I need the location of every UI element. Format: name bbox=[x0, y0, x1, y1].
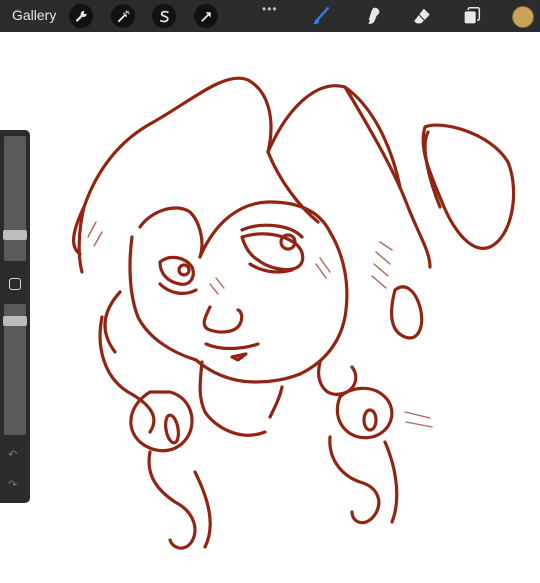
left-sidebar: ↶ ↷ bbox=[0, 130, 30, 503]
transform-arrow-icon[interactable] bbox=[194, 4, 218, 28]
modify-button[interactable] bbox=[9, 278, 21, 290]
undo-icon[interactable]: ↶ bbox=[8, 448, 17, 461]
gallery-button[interactable]: Gallery bbox=[12, 7, 56, 23]
eraser-icon[interactable] bbox=[410, 4, 434, 28]
drawing-canvas[interactable] bbox=[0, 32, 540, 583]
smudge-icon[interactable] bbox=[360, 4, 384, 28]
redo-icon[interactable]: ↷ bbox=[8, 478, 17, 491]
selection-icon[interactable] bbox=[152, 4, 176, 28]
wrench-icon[interactable] bbox=[69, 4, 93, 28]
brush-icon[interactable] bbox=[309, 4, 333, 28]
layers-icon[interactable] bbox=[460, 4, 484, 28]
top-toolbar: Gallery ••• bbox=[0, 0, 540, 32]
color-swatch[interactable] bbox=[512, 6, 534, 28]
brush-size-slider[interactable] bbox=[4, 136, 26, 261]
opacity-handle[interactable] bbox=[3, 316, 27, 326]
more-options-icon[interactable]: ••• bbox=[262, 2, 278, 16]
magic-wand-icon[interactable] bbox=[111, 4, 135, 28]
brush-size-handle[interactable] bbox=[3, 230, 27, 240]
